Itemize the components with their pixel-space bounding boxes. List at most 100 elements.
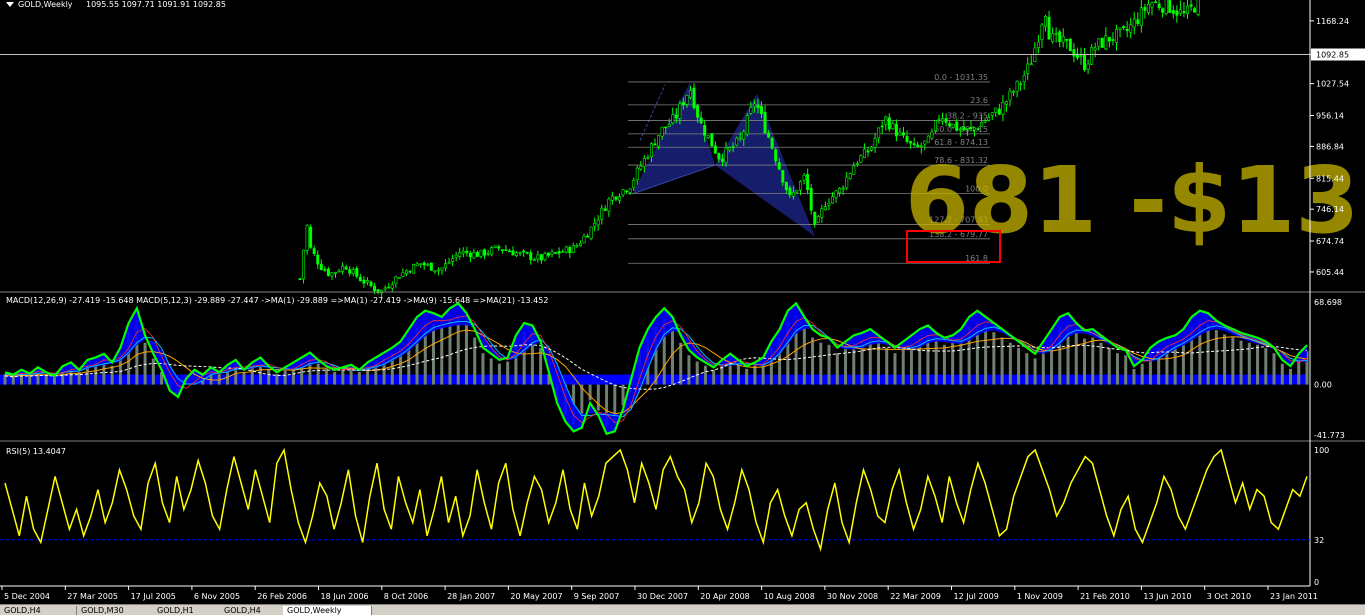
candle-body	[958, 128, 962, 131]
candle-body	[724, 147, 728, 163]
candle-body	[1150, 2, 1154, 8]
fib-level-label: 61.8 - 874.13	[934, 138, 988, 147]
macd-tick-label: 68.698	[1314, 298, 1342, 307]
candle-body	[1029, 63, 1033, 66]
fib-level-label: 23.6	[970, 96, 988, 105]
candle-body	[348, 269, 352, 274]
candle-body	[330, 272, 334, 277]
candle-body	[582, 235, 586, 244]
candle-body	[507, 250, 511, 253]
rsi-title: RSI(5) 13.4047	[6, 447, 66, 456]
candle-body	[475, 251, 479, 257]
candle-body	[561, 251, 565, 253]
candle-body	[948, 123, 952, 126]
candle-body	[355, 268, 359, 277]
candle-body	[397, 277, 401, 279]
time-tick-label: 1 Nov 2009	[1017, 592, 1063, 601]
time-tick-label: 23 Jan 2011	[1270, 592, 1318, 601]
price-tick-label: 1168.24	[1316, 17, 1349, 26]
candle-body	[749, 107, 753, 114]
candle-body	[997, 108, 1001, 115]
candle-body	[905, 136, 909, 142]
candle-body	[813, 211, 817, 225]
candle-body	[681, 101, 685, 106]
candle-body	[706, 135, 710, 138]
candle-body	[628, 188, 632, 193]
candle-body	[504, 249, 508, 251]
time-tick-label: 6 Nov 2005	[194, 592, 240, 601]
candle-body	[408, 270, 412, 273]
candle-body	[422, 262, 426, 266]
candle-body	[607, 198, 611, 212]
candle-body	[1175, 10, 1179, 16]
candle-body	[1154, 1, 1158, 4]
candle-body	[703, 125, 707, 136]
candle-body	[617, 196, 621, 201]
candle-body	[415, 263, 419, 267]
price-tick-label: 674.74	[1316, 237, 1344, 246]
macd-tick-label: 0.00	[1314, 381, 1332, 390]
candle-body	[433, 270, 437, 272]
candle-body	[657, 135, 661, 147]
candle-body	[667, 123, 671, 127]
candle-body	[774, 149, 778, 162]
candle-body	[564, 246, 568, 253]
candle-body	[1139, 7, 1143, 26]
candle-body	[1086, 63, 1090, 70]
candle-body	[387, 286, 391, 289]
candle-body	[1044, 16, 1048, 27]
candle-body	[341, 265, 345, 272]
candle-body	[1040, 24, 1044, 40]
candle-body	[1189, 4, 1193, 7]
candle-body	[479, 249, 483, 257]
candle-body	[536, 254, 540, 260]
candle-body	[586, 235, 590, 238]
candle-body	[1061, 36, 1065, 43]
candle-body	[884, 116, 888, 126]
candle-body	[756, 104, 760, 108]
candle-body	[738, 137, 742, 140]
candle-body	[862, 148, 866, 158]
candle-body	[568, 247, 572, 254]
candle-body	[458, 252, 462, 257]
candle-body	[500, 249, 504, 251]
candle-body	[1136, 19, 1140, 25]
chart-menu-arrow-icon[interactable]	[6, 2, 14, 7]
candle-body	[1196, 0, 1200, 15]
candle-body	[852, 165, 856, 175]
candle-body	[877, 127, 881, 139]
candle-body	[1186, 5, 1190, 14]
candle-body	[720, 158, 724, 162]
candle-body	[845, 176, 849, 189]
candle-body	[823, 206, 827, 211]
candle-body	[816, 216, 820, 223]
candle-body	[671, 114, 675, 124]
candle-body	[838, 187, 842, 193]
candle-body	[426, 263, 430, 266]
candle-body	[1118, 27, 1122, 30]
candle-body	[1093, 47, 1097, 51]
candle-body	[419, 263, 423, 265]
candle-body	[969, 127, 973, 130]
time-tick-label: 3 Oct 2010	[1207, 592, 1251, 601]
candle-body	[696, 105, 700, 118]
time-tick-label: 26 Feb 2006	[257, 592, 307, 601]
candle-body	[440, 267, 444, 271]
candle-body	[1143, 7, 1147, 11]
candle-body	[429, 262, 433, 271]
candle-body	[653, 143, 657, 146]
candle-body	[1171, 10, 1175, 14]
fib-level-label: 0.0 - 1031.35	[934, 73, 988, 82]
candle-body	[610, 195, 614, 201]
candle-body	[312, 248, 316, 254]
candle-body	[933, 120, 937, 132]
candle-body	[365, 280, 369, 283]
candle-body	[344, 266, 348, 270]
candle-body	[1161, 8, 1165, 13]
candle-body	[1168, 0, 1172, 13]
time-tick-label: 9 Sep 2007	[574, 592, 620, 601]
candle-body	[593, 222, 597, 227]
candle-body	[990, 112, 994, 116]
chart-canvas[interactable]: GOLD,Weekly 1095.55 1097.71 1091.91 1092…	[0, 0, 1365, 604]
candle-body	[887, 117, 891, 130]
